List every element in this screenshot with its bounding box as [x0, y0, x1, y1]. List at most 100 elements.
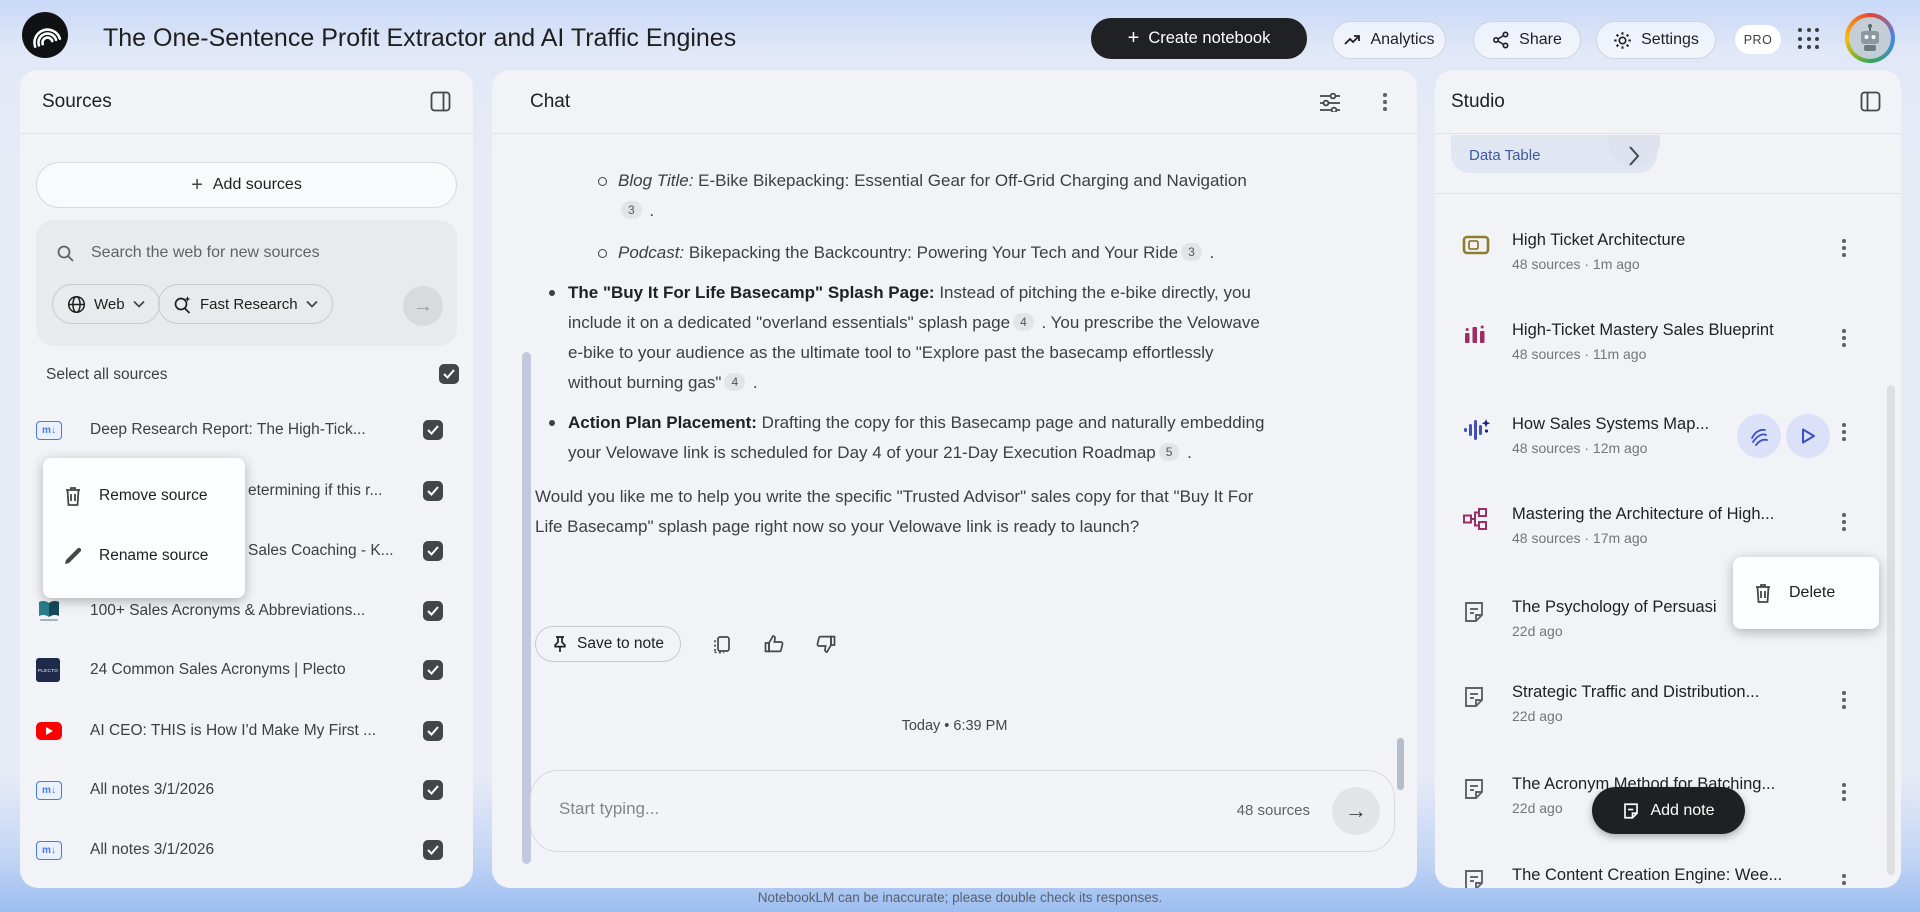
markdown-icon: m↓ — [36, 780, 62, 800]
studio-item-title: Mastering the Architecture of High... — [1512, 505, 1775, 523]
search-input[interactable]: Search the web for new sources — [56, 238, 443, 268]
studio-item-meta: 22d ago — [1512, 708, 1563, 724]
research-mode-dropdown[interactable]: Fast Research — [158, 284, 333, 324]
studio-item audio-overview-item[interactable]: How Sales Systems Map... 48 sources · 12… — [1435, 414, 1901, 467]
add-note-button[interactable]: Add note — [1592, 787, 1745, 834]
source-title: AI CEO: THIS is How I'd Make My First ..… — [90, 722, 377, 739]
studio-item-menu-icon[interactable] — [1842, 329, 1846, 347]
globe-icon — [67, 295, 86, 314]
rename-source-menu-item[interactable]: Rename source — [43, 528, 245, 584]
source-checkbox[interactable] — [423, 721, 443, 741]
chat-paragraph: Would you like me to help you write the … — [535, 487, 1254, 536]
select-all-checkbox[interactable] — [439, 364, 459, 384]
mind-map-icon — [1462, 507, 1492, 531]
youtube-icon — [36, 722, 62, 740]
thumbs-up-icon[interactable] — [763, 633, 785, 655]
select-all-label: Select all sources — [46, 366, 168, 383]
notebook-title[interactable]: The One-Sentence Profit Extractor and AI… — [103, 24, 736, 53]
citation-chip[interactable]: 3 — [1181, 243, 1202, 261]
chat-more-menu-icon[interactable] — [1383, 93, 1387, 111]
notebooklm-logo[interactable] — [22, 12, 68, 58]
source-checkbox[interactable] — [423, 420, 443, 440]
source-checkbox[interactable] — [423, 840, 443, 860]
analytics-button[interactable]: Analytics — [1332, 21, 1446, 59]
studio-item[interactable]: High Ticket Architecture 48 sources · 1m… — [1435, 231, 1901, 283]
source-row[interactable]: PLECTO 24 Common Sales Acronyms | Plecto — [36, 646, 457, 694]
tune-icon[interactable] — [1319, 92, 1341, 112]
copy-icon[interactable] — [711, 633, 733, 655]
chat-scrollbar-thumb[interactable] — [1397, 738, 1404, 790]
trending-up-icon — [1343, 31, 1361, 49]
studio-item-menu-icon[interactable] — [1842, 691, 1846, 709]
citation-chip[interactable]: 3 — [621, 201, 642, 219]
book-icon — [36, 599, 70, 623]
add-sources-button[interactable]: Add sources — [36, 162, 457, 208]
studio-item[interactable]: High-Ticket Mastery Sales Blueprint 48 s… — [1435, 321, 1901, 373]
chevron-down-icon — [132, 300, 145, 308]
pencil-icon — [63, 546, 83, 566]
studio-item-title: Strategic Traffic and Distribution... — [1512, 683, 1760, 701]
source-checkbox[interactable] — [423, 481, 443, 501]
studio-panel-header: Studio — [1435, 70, 1901, 134]
interactive-mode-button[interactable] — [1737, 414, 1781, 458]
chat-panel-title: Chat — [530, 91, 571, 112]
source-title: 24 Common Sales Acronyms | Plecto — [90, 661, 346, 678]
app-header: The One-Sentence Profit Extractor and AI… — [0, 0, 1920, 70]
chat-sub-bullet: Podcast: Bikepacking the Backcountry: Po… — [535, 238, 1258, 268]
source-checkbox[interactable] — [423, 601, 443, 621]
plus-icon — [1128, 28, 1140, 49]
citation-chip[interactable]: 4 — [1013, 313, 1034, 331]
remove-source-menu-item[interactable]: Remove source — [43, 468, 245, 524]
chat-left-scrollbar[interactable] — [522, 352, 531, 864]
source-row[interactable]: m↓ Deep Research Report: The High-Tick..… — [36, 406, 457, 454]
citation-chip[interactable]: 5 — [1158, 443, 1180, 461]
chat-input[interactable]: Start typing... 48 sources → — [530, 770, 1395, 852]
source-title: 100+ Sales Acronyms & Abbreviations... — [90, 602, 366, 619]
source-checkbox[interactable] — [423, 541, 443, 561]
audio-waveform-icon — [1462, 417, 1492, 443]
source-row[interactable]: m↓ All notes 3/1/2026 — [36, 766, 457, 814]
studio-scrollbar-thumb[interactable] — [1887, 385, 1895, 875]
studio-item-menu-icon[interactable] — [1842, 513, 1846, 531]
studio-item-title: High Ticket Architecture — [1512, 231, 1686, 249]
chat-bullet: The "Buy It For Life Basecamp" Splash Pa… — [535, 278, 1268, 398]
pin-icon — [552, 635, 568, 653]
source-checkbox[interactable] — [423, 780, 443, 800]
share-button[interactable]: Share — [1473, 21, 1581, 59]
data-table-label: Data Table — [1469, 147, 1541, 164]
source-title: Deep Research Report: The High-Tick... — [90, 421, 366, 438]
studio-item-menu-icon[interactable] — [1842, 783, 1846, 801]
note-icon — [1462, 600, 1492, 624]
source-checkbox[interactable] — [423, 660, 443, 680]
expand-panel-icon[interactable] — [1860, 91, 1881, 112]
settings-button[interactable]: Settings — [1596, 21, 1716, 59]
studio-item-menu-icon[interactable] — [1842, 239, 1846, 257]
studio-item[interactable]: Mastering the Architecture of High... 48… — [1435, 505, 1901, 557]
studio-item-menu-icon[interactable] — [1842, 423, 1846, 441]
source-row[interactable]: AI CEO: THIS is How I'd Make My First ..… — [36, 707, 457, 755]
play-button[interactable] — [1786, 414, 1830, 458]
apps-grid-icon[interactable] — [1796, 26, 1822, 52]
chat-timestamp: Today • 6:39 PM — [901, 718, 1008, 734]
save-to-note-button[interactable]: Save to note — [535, 626, 682, 662]
user-avatar[interactable] — [1845, 13, 1895, 63]
search-icon — [56, 244, 75, 263]
web-filter-dropdown[interactable]: Web — [52, 284, 160, 324]
create-notebook-button[interactable]: Create notebook — [1091, 18, 1307, 59]
delete-menu-item[interactable]: Delete — [1733, 557, 1879, 629]
bar-chart-icon — [1462, 323, 1492, 347]
source-title: All notes 3/1/2026 — [90, 841, 215, 858]
studio-item[interactable]: The Content Creation Engine: Wee... — [1435, 866, 1901, 888]
send-arrow-button[interactable]: → — [1332, 787, 1380, 835]
thumbs-down-icon[interactable] — [815, 633, 837, 655]
collapse-panel-icon[interactable] — [430, 91, 451, 112]
studio-item-menu-icon[interactable] — [1842, 874, 1846, 888]
studio-panel-title: Studio — [1451, 91, 1505, 112]
search-submit-arrow-button[interactable]: → — [403, 286, 443, 326]
studio-item[interactable]: Strategic Traffic and Distribution... 22… — [1435, 683, 1901, 735]
source-row[interactable]: m↓ All notes 3/1/2026 — [36, 826, 457, 874]
trash-icon — [63, 485, 83, 507]
chat-bullet: Action Plan Placement: Drafting the copy… — [535, 408, 1268, 468]
citation-chip[interactable]: 4 — [724, 373, 746, 391]
chat-panel: Chat Blog Title: E-Bike Bikepacking: Ess… — [492, 70, 1417, 888]
